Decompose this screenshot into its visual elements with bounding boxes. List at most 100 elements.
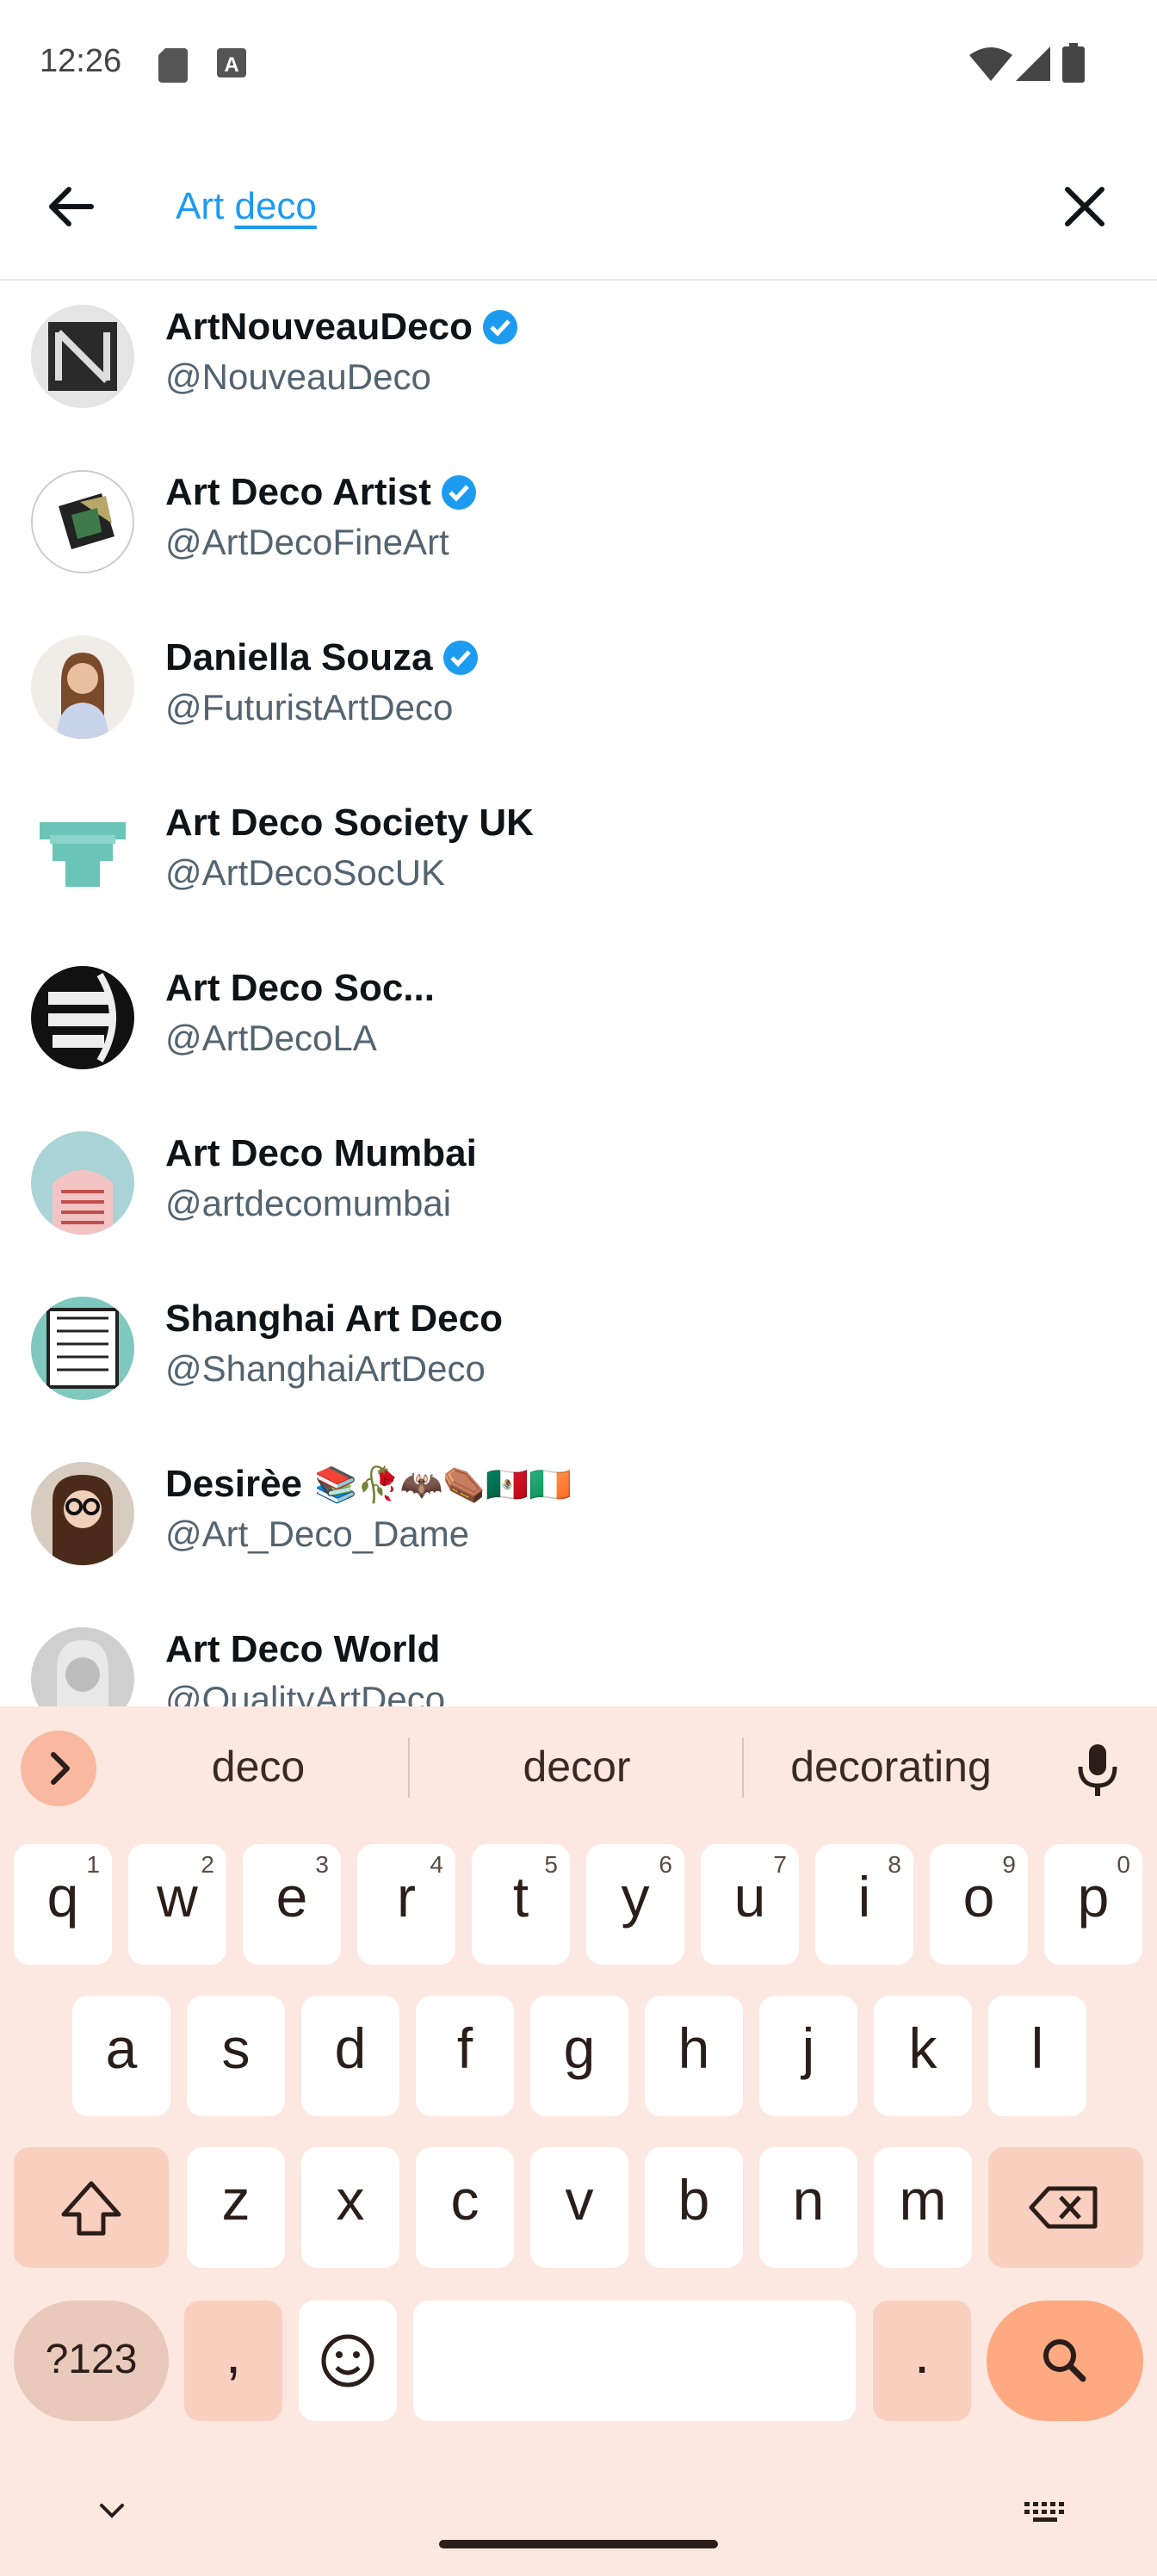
- search-key[interactable]: [987, 2300, 1143, 2421]
- suggestion-3[interactable]: decorating: [758, 1732, 1024, 1801]
- verified-badge-icon: [441, 475, 476, 510]
- suggestion-divider: [742, 1737, 744, 1798]
- user-result-item[interactable]: Art Deco World @QualityArtDeco: [0, 1601, 1157, 1706]
- user-display-name: Art Deco Artist: [165, 471, 431, 513]
- key-b[interactable]: b: [645, 2147, 743, 2268]
- key-e[interactable]: e3: [243, 1844, 341, 1965]
- verified-badge-icon: [482, 310, 517, 344]
- key-m[interactable]: m: [874, 2147, 972, 2268]
- suggestion-bar: deco decor decorating: [0, 1706, 1157, 1827]
- close-icon[interactable]: [1052, 174, 1117, 239]
- user-handle: @Art_Deco_Dame: [165, 1514, 470, 1554]
- user-display-name: Art Deco World: [165, 1628, 441, 1670]
- status-time: 12:26: [40, 43, 122, 79]
- keyboard-switch-icon[interactable]: [1023, 2499, 1067, 2524]
- period-key[interactable]: .: [873, 2300, 971, 2421]
- key-w[interactable]: w2: [128, 1844, 226, 1965]
- user-handle: @FuturistArtDeco: [165, 687, 454, 728]
- user-display-name: Daniella Souza: [165, 636, 433, 678]
- key-s[interactable]: s: [187, 1996, 285, 2116]
- microphone-icon[interactable]: [1067, 1739, 1128, 1799]
- wifi-icon: [969, 47, 1012, 81]
- name-emojis: 📚🥀🦇⚰️🇲🇽🇮🇪: [314, 1465, 572, 1504]
- emoji-key[interactable]: [299, 2300, 397, 2421]
- key-o[interactable]: o9: [930, 1844, 1028, 1965]
- user-display-name: Desirèe: [165, 1463, 303, 1505]
- key-i[interactable]: i8: [815, 1844, 913, 1965]
- battery-icon: [1062, 43, 1085, 83]
- avatar: [31, 1462, 134, 1565]
- key-j[interactable]: j: [759, 1996, 857, 2116]
- svg-text:A: A: [224, 53, 238, 77]
- shift-icon: [61, 2181, 121, 2236]
- text-a-icon: A: [217, 48, 246, 77]
- user-display-name: Art Deco Soc...: [165, 967, 435, 1009]
- key-d[interactable]: d: [301, 1996, 399, 2116]
- user-result-item[interactable]: ArtNouveauDeco @NouveauDeco: [0, 279, 1157, 444]
- key-t[interactable]: t5: [472, 1844, 570, 1965]
- search-icon: [1043, 2339, 1086, 2382]
- avatar: [31, 966, 134, 1069]
- key-a[interactable]: a: [72, 1996, 170, 2116]
- chevron-down-icon[interactable]: [95, 2499, 129, 2524]
- user-handle: @QualityArtDeco: [165, 1679, 446, 1706]
- user-result-item[interactable]: Daniella Souza @FuturistArtDeco: [0, 610, 1157, 775]
- key-k[interactable]: k: [874, 1996, 972, 2116]
- key-p[interactable]: p0: [1044, 1844, 1142, 1965]
- user-handle: @ArtDecoLA: [165, 1018, 377, 1058]
- search-query-composing-word: deco: [234, 185, 317, 227]
- search-query-word: Art: [176, 185, 225, 227]
- user-result-item[interactable]: Art Deco Soc... @ArtDecoLA: [0, 940, 1157, 1105]
- space-key[interactable]: [413, 2300, 856, 2421]
- user-handle: @ShanghaiArtDeco: [165, 1348, 486, 1389]
- key-v[interactable]: v: [530, 2147, 628, 2268]
- user-display-name: Art Deco Mumbai: [165, 1132, 477, 1174]
- key-u[interactable]: u7: [701, 1844, 799, 1965]
- user-handle: @NouveauDeco: [165, 356, 431, 397]
- user-display-name: ArtNouveauDeco: [165, 306, 473, 348]
- key-x[interactable]: x: [301, 2147, 399, 2268]
- search-header: Art deco: [0, 129, 1157, 281]
- suggestion-divider: [408, 1737, 410, 1798]
- key-r[interactable]: r4: [357, 1844, 455, 1965]
- expand-toolbar-button[interactable]: [21, 1731, 96, 1806]
- user-handle: @ArtDecoSocUK: [165, 852, 446, 893]
- avatar: [31, 1627, 134, 1706]
- suggestion-2[interactable]: decor: [439, 1732, 715, 1801]
- soft-keyboard: deco decor decorating q1 w2 e3 r4 t5 y6 …: [0, 1706, 1157, 2576]
- key-h[interactable]: h: [645, 1996, 743, 2116]
- home-gesture-bar[interactable]: [439, 2540, 718, 2548]
- user-handle: @ArtDecoFineArt: [165, 522, 449, 562]
- suggestion-1[interactable]: deco: [138, 1732, 379, 1801]
- search-input[interactable]: Art deco: [176, 176, 1002, 238]
- key-q[interactable]: q1: [14, 1844, 112, 1965]
- user-result-item[interactable]: Art Deco Society UK @ArtDecoSocUK: [0, 775, 1157, 940]
- avatar: [31, 305, 134, 408]
- key-f[interactable]: f: [416, 1996, 514, 2116]
- key-z[interactable]: z: [187, 2147, 285, 2268]
- backspace-key[interactable]: [988, 2147, 1143, 2268]
- key-n[interactable]: n: [759, 2147, 857, 2268]
- user-result-item[interactable]: Art Deco Artist @ArtDecoFineArt: [0, 444, 1157, 610]
- backspace-icon: [1029, 2186, 1098, 2229]
- symbols-key[interactable]: ?123: [14, 2300, 169, 2421]
- avatar: [31, 801, 134, 904]
- user-result-item[interactable]: Art Deco Mumbai @artdecomumbai: [0, 1105, 1157, 1271]
- user-handle: @artdecomumbai: [165, 1183, 452, 1223]
- avatar: [31, 1297, 134, 1400]
- user-result-item[interactable]: Desirèe 📚🥀🦇⚰️🇲🇽🇮🇪 @Art_Deco_Dame: [0, 1436, 1157, 1601]
- key-g[interactable]: g: [530, 1996, 628, 2116]
- avatar: [31, 470, 134, 573]
- avatar: [31, 635, 134, 739]
- arrow-left-icon[interactable]: [40, 176, 102, 238]
- key-l[interactable]: l: [988, 1996, 1086, 2116]
- user-display-name: Shanghai Art Deco: [165, 1297, 503, 1340]
- sd-card-icon: [158, 48, 188, 83]
- shift-key[interactable]: [14, 2147, 169, 2268]
- status-bar: 12:26 A: [0, 0, 1157, 129]
- user-result-item[interactable]: Shanghai Art Deco @ShanghaiArtDeco: [0, 1271, 1157, 1436]
- user-display-name: Art Deco Society UK: [165, 802, 534, 844]
- comma-key[interactable]: ,: [184, 2300, 282, 2421]
- key-c[interactable]: c: [416, 2147, 514, 2268]
- key-y[interactable]: y6: [586, 1844, 684, 1965]
